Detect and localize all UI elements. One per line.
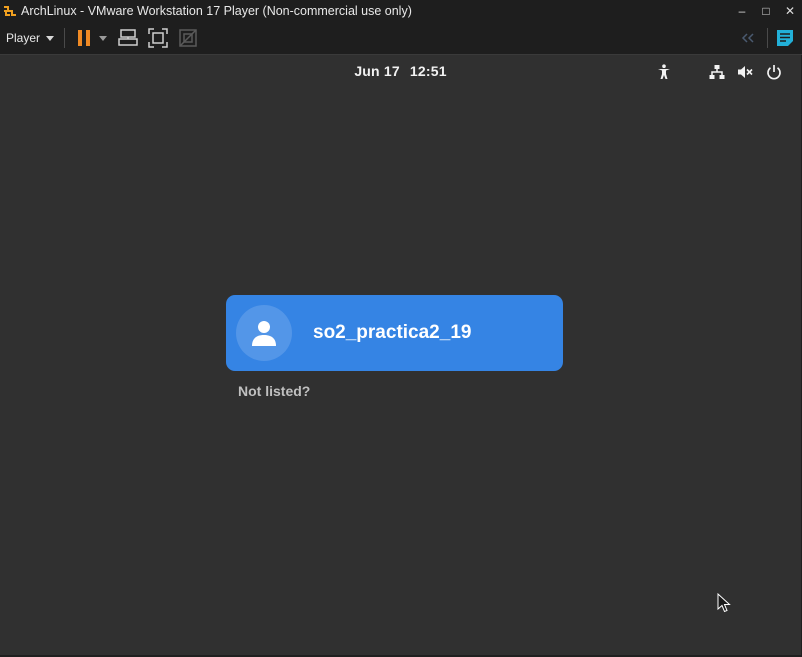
user-icon bbox=[252, 321, 276, 346]
vmware-toolbar: Player bbox=[0, 22, 802, 55]
unity-button[interactable] bbox=[177, 27, 199, 49]
toolbar-divider bbox=[64, 28, 66, 48]
window-title: ArchLinux - VMware Workstation 17 Player… bbox=[21, 4, 412, 18]
window-titlebar: ArchLinux - VMware Workstation 17 Player… bbox=[0, 0, 802, 22]
not-listed-link[interactable]: Not listed? bbox=[238, 383, 310, 399]
minimize-button[interactable]: – bbox=[730, 0, 754, 22]
unity-icon bbox=[179, 29, 197, 47]
fullscreen-icon bbox=[148, 28, 168, 48]
clock-date: Jun 17 bbox=[354, 63, 400, 79]
player-menu-button[interactable]: Player bbox=[6, 31, 55, 45]
user-list-item[interactable]: so2_practica2_19 bbox=[226, 295, 563, 371]
clock-time: 12:51 bbox=[409, 63, 447, 79]
mouse-pointer-icon bbox=[717, 593, 731, 613]
send-ctrl-alt-del-icon bbox=[118, 29, 138, 46]
volume-status[interactable] bbox=[736, 63, 754, 81]
notes-button[interactable] bbox=[774, 27, 796, 49]
guest-screen[interactable]: Jun 17 12:51 so2_practica2_19 Not listed… bbox=[0, 55, 801, 655]
pause-button[interactable] bbox=[73, 27, 95, 49]
send-ctrl-alt-del-button[interactable] bbox=[117, 27, 139, 49]
window-controls: – □ ✕ bbox=[730, 0, 802, 22]
pause-options-button[interactable] bbox=[97, 27, 109, 49]
clock[interactable]: Jun 17 12:51 bbox=[0, 63, 801, 79]
collapse-icon bbox=[741, 33, 754, 43]
close-button[interactable]: ✕ bbox=[778, 0, 802, 22]
accessibility-menu[interactable] bbox=[655, 63, 673, 81]
power-menu[interactable] bbox=[765, 63, 783, 81]
fullscreen-button[interactable] bbox=[147, 27, 169, 49]
username-label: so2_practica2_19 bbox=[313, 322, 472, 343]
maximize-button[interactable]: □ bbox=[754, 0, 778, 22]
pause-icon bbox=[78, 30, 91, 46]
volume-muted-icon bbox=[738, 66, 753, 78]
chevron-down-icon bbox=[46, 35, 55, 41]
collapse-toolbar-button[interactable] bbox=[737, 27, 759, 49]
toolbar-right bbox=[737, 22, 802, 54]
player-menu-label: Player bbox=[6, 31, 41, 45]
chevron-down-icon bbox=[99, 35, 108, 41]
notes-icon bbox=[777, 30, 793, 46]
gnome-top-bar: Jun 17 12:51 bbox=[0, 55, 801, 87]
vmware-logo-icon bbox=[3, 4, 17, 18]
avatar bbox=[236, 305, 292, 361]
network-icon bbox=[709, 65, 725, 79]
power-icon bbox=[767, 65, 781, 80]
accessibility-icon bbox=[658, 64, 670, 79]
network-status[interactable] bbox=[708, 63, 726, 81]
toolbar-divider bbox=[767, 28, 768, 48]
